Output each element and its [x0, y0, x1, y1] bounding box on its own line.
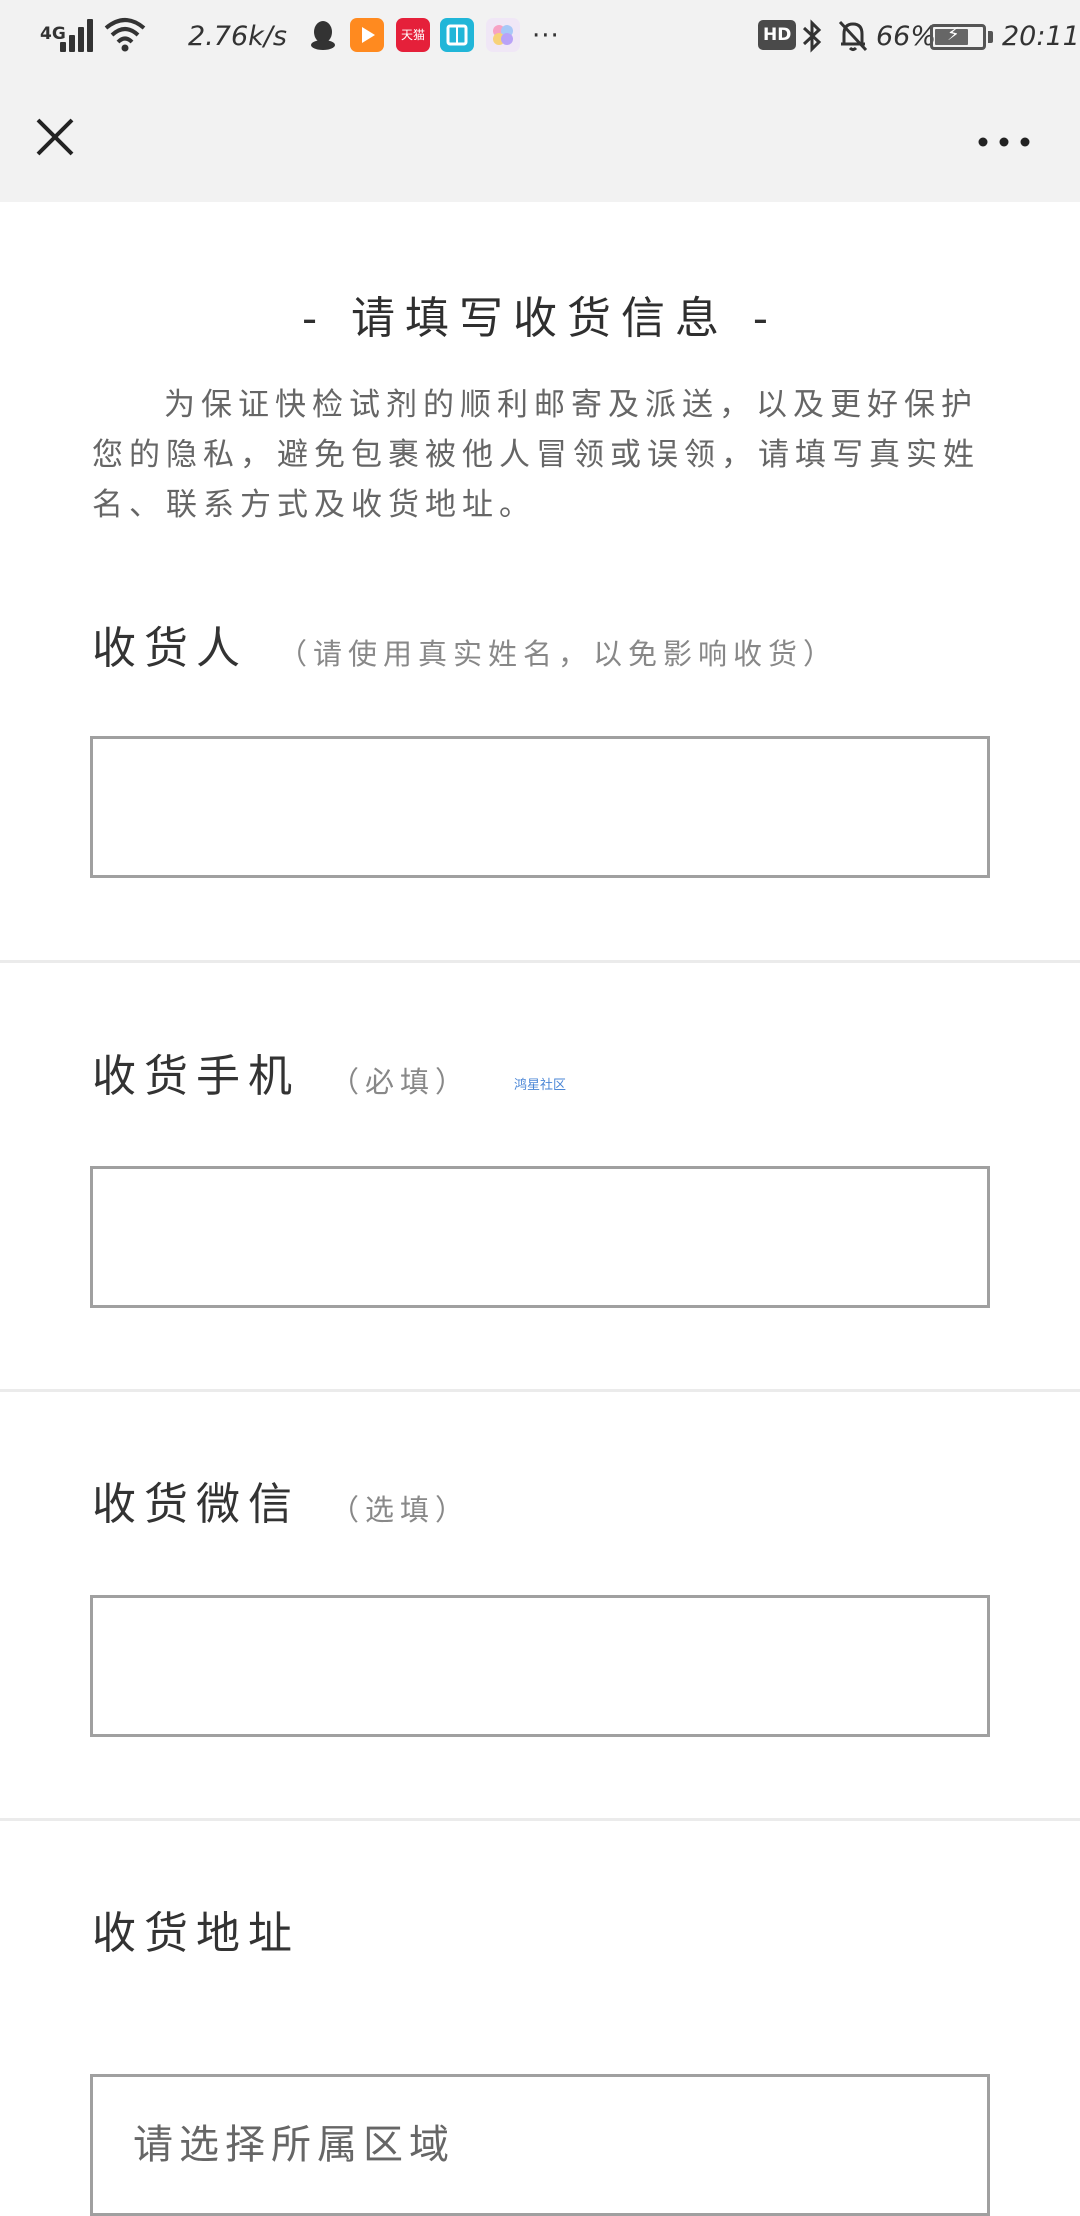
battery-cap	[988, 31, 993, 43]
video-icon	[350, 18, 384, 52]
address-field-label: 收货地址	[92, 1897, 300, 1961]
address-label: 收货地址	[92, 1908, 300, 1959]
form-page: - 请填写收货信息 - 为保证快检试剂的顺利邮寄及派送，以及更好保护您的隐私，避…	[0, 202, 1080, 2216]
watermark: 鸿星社区	[514, 1078, 567, 1093]
battery-percent: 66%	[876, 20, 937, 52]
phone-input[interactable]	[90, 1166, 990, 1308]
wifi-icon	[104, 14, 146, 54]
bluetooth-icon	[800, 16, 824, 56]
nav-bar	[0, 74, 1080, 202]
close-button[interactable]	[22, 104, 88, 170]
section-divider	[0, 1389, 1080, 1392]
more-notifications: ···	[532, 21, 560, 51]
phone-hint: （必填）	[330, 1064, 471, 1099]
receiver-label: 收货人	[92, 623, 248, 674]
network-speed: 2.76k/s	[188, 20, 287, 52]
hd-badge: HD	[758, 20, 797, 50]
section-divider	[0, 960, 1080, 963]
close-icon	[36, 118, 74, 156]
charging-bolt-icon: ⚡	[947, 24, 960, 45]
wechat-field-label: 收货微信 （选填）	[92, 1468, 470, 1532]
gallery-icon	[486, 18, 520, 52]
wechat-hint: （选填）	[330, 1492, 471, 1527]
phone-field-label: 收货手机 （必填）	[92, 1040, 470, 1104]
more-button[interactable]	[966, 118, 1046, 168]
intro-text: 为保证快检试剂的顺利邮寄及派送，以及更好保护您的隐私，避免包裹被他人冒领或误领，…	[92, 387, 980, 523]
tmall-icon: 天猫	[396, 18, 430, 52]
battery-icon: ⚡	[930, 24, 986, 50]
more-dots-icon	[978, 137, 1030, 147]
phone-label: 收货手机	[92, 1051, 300, 1102]
clock: 20:11	[1002, 20, 1080, 52]
signal-icon	[60, 18, 96, 52]
mute-bell-icon	[836, 16, 870, 56]
status-bar: 4G 2.76k/s 天猫 ··· HD 66% ⚡ 20:11	[0, 0, 1080, 74]
receiver-name-input[interactable]	[90, 736, 990, 878]
receiver-field-label: 收货人 （请使用真实姓名，以免影响收货）	[92, 612, 838, 676]
page-title: - 请填写收货信息 -	[302, 293, 778, 344]
section-divider	[0, 1818, 1080, 1821]
qq-icon	[306, 18, 340, 52]
wechat-label: 收货微信	[92, 1479, 300, 1530]
receiver-hint: （请使用真实姓名，以免影响收货）	[278, 636, 839, 671]
wechat-input[interactable]	[90, 1595, 990, 1737]
book-icon	[440, 18, 474, 52]
region-select[interactable]	[90, 2074, 990, 2216]
